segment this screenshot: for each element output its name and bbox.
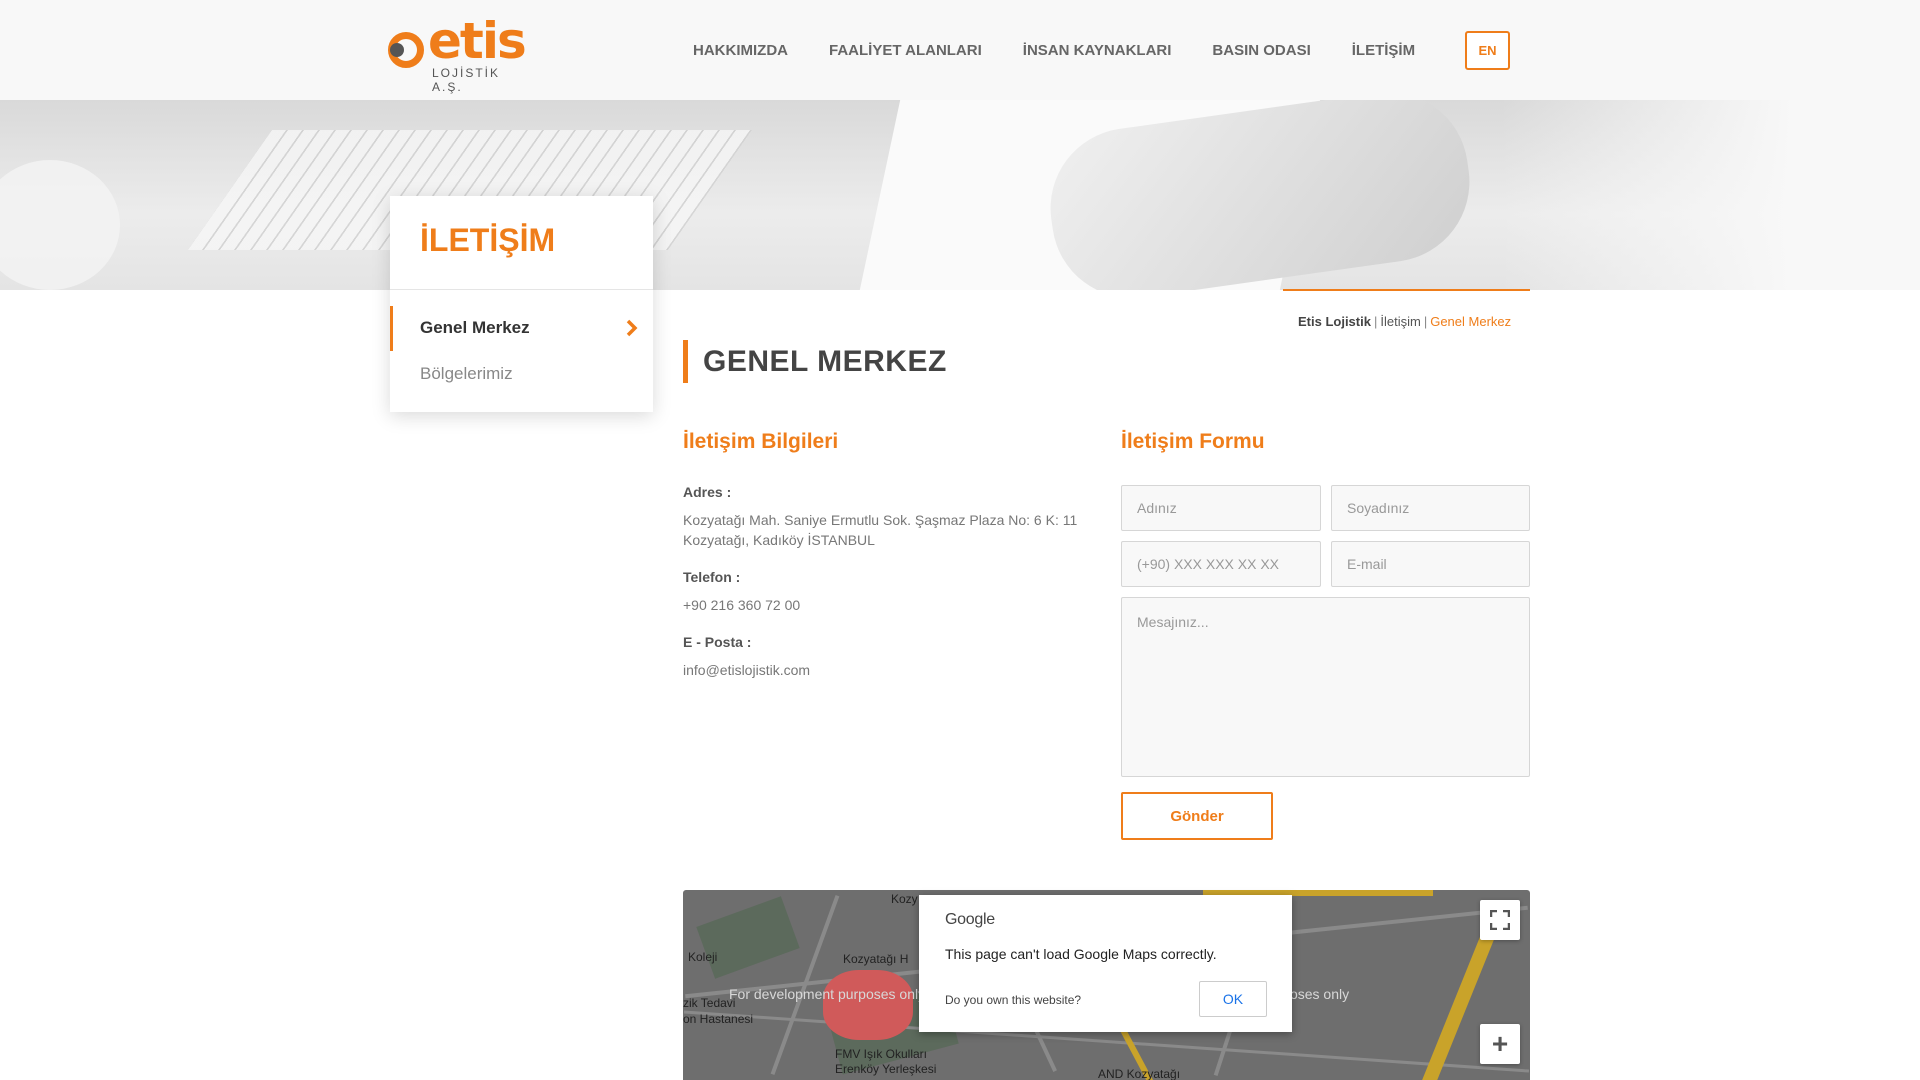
nav-faaliyet-alanlari[interactable]: FAALİYET ALANLARI (829, 42, 982, 59)
map-label: Kozy (891, 892, 918, 906)
hero-banner (0, 100, 1920, 290)
breadcrumb: Etis Lojistik | İletişim | Genel Merkez (1298, 314, 1511, 329)
map-label: Koleji (688, 950, 718, 964)
address-label: Adres : (683, 484, 732, 500)
maps-error-message: This page can't load Google Maps correct… (945, 946, 1217, 962)
email-label: E - Posta : (683, 634, 752, 650)
phone-label: Telefon : (683, 569, 741, 585)
map-label: Erenköy Yerleşkesi (835, 1062, 937, 1076)
breadcrumb-separator: | (1423, 314, 1428, 329)
etis-logo[interactable]: etis LOJİSTİK A.Ş. (388, 12, 528, 94)
breadcrumb-current: Genel Merkez (1430, 314, 1512, 329)
chevron-right-icon (626, 319, 638, 337)
map-label: zik Tedavi (683, 996, 736, 1010)
site-header: etis LOJİSTİK A.Ş. HAKKIMIZDA FAALİYET A… (0, 0, 1920, 100)
breadcrumb-accent-line (1283, 289, 1530, 291)
logo-text: etis (428, 12, 527, 70)
nav-hakkimizda[interactable]: HAKKIMIZDA (693, 42, 788, 59)
google-brand: Google (945, 911, 995, 928)
fullscreen-icon (1490, 910, 1510, 930)
contact-form-heading: İletişim Formu (1121, 430, 1265, 453)
map-park-area (696, 896, 800, 979)
map-label: FMV Işık Okulları (835, 1047, 928, 1061)
page-title-accent (683, 340, 688, 383)
sidebar-item-bolgelerimiz[interactable]: Bölgelerimiz (390, 352, 653, 397)
page-title: GENEL MERKEZ (703, 345, 947, 378)
hero-decor-globe (0, 160, 120, 290)
logo-dot-icon (390, 43, 404, 57)
address-line-2: Kozyatağı, Kadıköy İSTANBUL (683, 532, 875, 548)
map-label: on Hastanesi (683, 1012, 754, 1026)
nav-basin-odasi[interactable]: BASIN ODASI (1212, 42, 1310, 59)
map-label: AND Kozyatağı (1098, 1067, 1181, 1080)
last-name-input[interactable] (1331, 485, 1530, 531)
sidebar-divider (390, 289, 653, 290)
maps-error-dialog: Google This page can't load Google Maps … (919, 895, 1292, 1032)
email-value[interactable]: info@etislojistik.com (683, 660, 1093, 680)
fullscreen-button[interactable] (1480, 900, 1520, 940)
address-line-1: Kozyatağı Mah. Saniye Ermutlu Sok. Şaşma… (683, 512, 1078, 528)
contact-info-heading: İletişim Bilgileri (683, 430, 839, 453)
map-dev-watermark: For development purposes only (729, 986, 926, 1002)
own-website-link[interactable]: Do you own this website? (945, 993, 1081, 1007)
map-label: Kozyatağı H (843, 952, 909, 966)
sidebar-item-label: Genel Merkez (420, 318, 530, 337)
message-textarea[interactable] (1121, 597, 1530, 777)
sidebar-title: İLETİŞİM (420, 222, 556, 258)
zoom-in-button[interactable]: + (1480, 1024, 1520, 1064)
sidebar-item-label: Bölgelerimiz (420, 364, 513, 383)
main-nav: HAKKIMIZDA FAALİYET ALANLARI İNSAN KAYNA… (693, 42, 1456, 59)
logo-subtitle: LOJİSTİK A.Ş. (432, 66, 501, 94)
phone-value[interactable]: +90 216 360 72 00 (683, 595, 1093, 615)
nav-iletisim[interactable]: İLETİŞİM (1352, 42, 1415, 59)
breadcrumb-home[interactable]: Etis Lojistik (1298, 314, 1371, 329)
email-input[interactable] (1331, 541, 1530, 587)
map-hospital-area (823, 970, 913, 1040)
hero-fade (1500, 100, 1920, 290)
dialog-ok-button[interactable]: OK (1199, 981, 1267, 1017)
nav-insan-kaynaklari[interactable]: İNSAN KAYNAKLARI (1023, 42, 1172, 59)
breadcrumb-iletisim[interactable]: İletişim (1380, 314, 1420, 329)
breadcrumb-separator: | (1373, 314, 1378, 329)
send-button[interactable]: Gönder (1121, 792, 1273, 840)
sidebar-item-genel-merkez[interactable]: Genel Merkez (390, 306, 653, 351)
sidebar-card: İLETİŞİM Genel Merkez Bölgelerimiz (390, 196, 653, 412)
phone-input[interactable] (1121, 541, 1321, 587)
first-name-input[interactable] (1121, 485, 1321, 531)
language-button[interactable]: EN (1465, 31, 1510, 70)
